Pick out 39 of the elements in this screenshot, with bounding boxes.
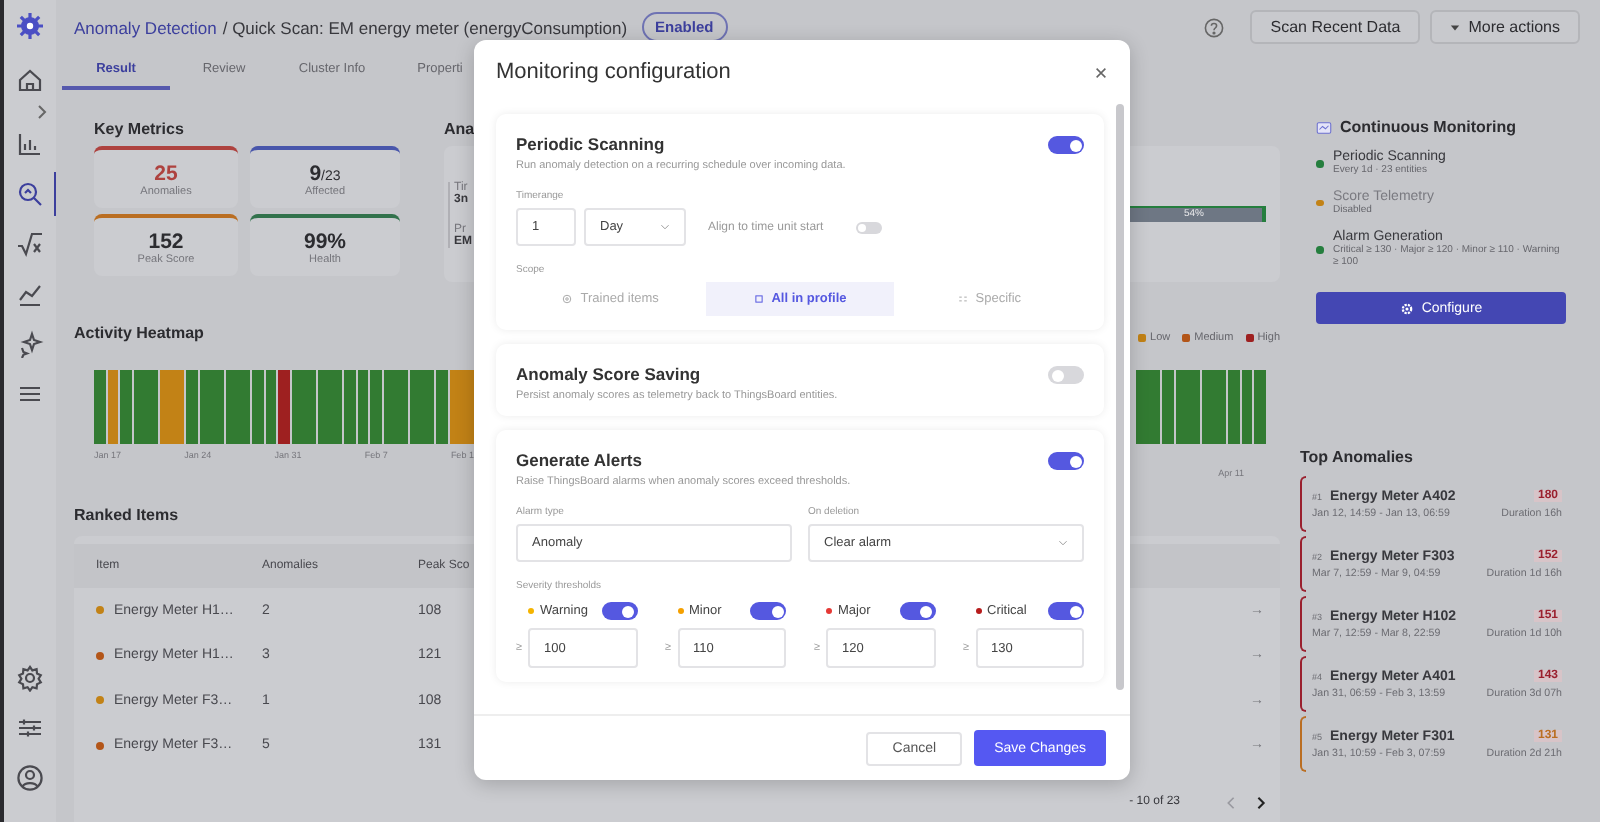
scan-button[interactable]: Scan Recent Data — [1250, 10, 1421, 44]
toggle-switch[interactable] — [899, 602, 935, 620]
more-actions-button[interactable]: More actions — [1430, 10, 1580, 44]
toggle-switch[interactable] — [1048, 602, 1084, 620]
toggle-switch[interactable] — [1048, 452, 1084, 470]
scrollbar[interactable] — [1116, 104, 1124, 690]
toggle-switch[interactable] — [855, 222, 882, 234]
logo-icon[interactable] — [16, 12, 44, 40]
square-icon — [753, 294, 764, 304]
target-icon — [562, 294, 573, 304]
toggle-switch[interactable] — [750, 602, 786, 620]
metric-value: 25 — [154, 161, 178, 185]
next-page-icon[interactable] — [1254, 795, 1268, 809]
section-title: Key Metrics — [94, 120, 186, 138]
dialog-title: Monitoring configuration — [496, 60, 731, 84]
section-title: Top Anomalies — [1300, 448, 1413, 466]
dashes-icon — [957, 294, 968, 304]
section-title: Anomaly Score Saving — [516, 364, 703, 384]
section-title: Ana — [444, 120, 475, 138]
help-icon[interactable] — [1204, 17, 1225, 37]
section-title: Generate Alerts — [516, 450, 644, 470]
section-title: Continuous Monitoring — [1340, 118, 1516, 136]
close-icon[interactable] — [1094, 65, 1108, 79]
metric-value: 99% — [303, 229, 346, 253]
section-title: Periodic Scanning — [516, 134, 667, 154]
chevron-down-icon — [1058, 540, 1068, 546]
breadcrumb-link[interactable]: Anomaly Detection — [74, 17, 217, 37]
chevron-down-icon — [660, 224, 670, 230]
section-title: Activity Heatmap — [74, 324, 204, 342]
toggle-switch[interactable] — [601, 602, 637, 620]
toggle-switch[interactable] — [1048, 136, 1084, 154]
monitor-icon — [1316, 121, 1332, 133]
gear-icon — [1399, 301, 1414, 315]
caret-icon — [1450, 23, 1461, 31]
page-title: / Quick Scan: EM energy meter (energyConsumption) — [222, 17, 628, 37]
toggle-switch[interactable] — [1048, 366, 1084, 384]
metric-value: 152 — [148, 229, 184, 253]
chevron-right-icon[interactable] — [34, 104, 50, 120]
section-title: Ranked Items — [74, 506, 179, 524]
